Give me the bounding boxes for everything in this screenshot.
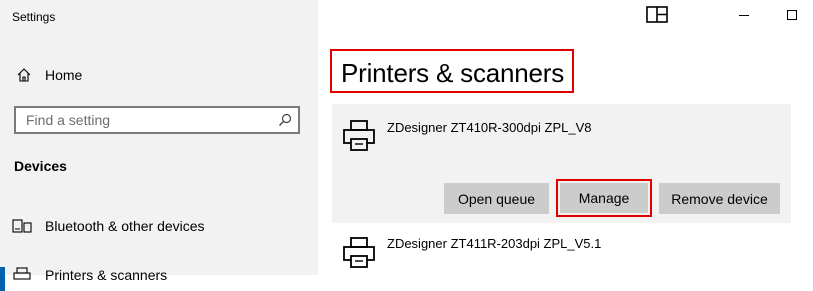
snap-layout-button[interactable] [644, 4, 670, 30]
maximize-button[interactable] [779, 4, 805, 30]
sidebar-home-label: Home [45, 67, 83, 83]
search-box [14, 106, 300, 134]
bluetooth-devices-icon [12, 218, 32, 234]
printer-icon [12, 267, 32, 283]
open-queue-button[interactable]: Open queue [444, 183, 549, 214]
sidebar: Settings Home Devices Bluetooth & other … [0, 0, 318, 291]
printer-name[interactable]: ZDesigner ZT411R-203dpi ZPL_V5.1 [387, 236, 601, 251]
snap-layout-icon [646, 6, 668, 28]
maximize-icon [786, 8, 798, 26]
sidebar-item-label: Printers & scanners [45, 267, 168, 283]
selected-indicator [0, 267, 5, 291]
sidebar-item-label: Bluetooth & other devices [45, 218, 205, 234]
page-title: Printers & scanners [341, 58, 565, 88]
search-icon[interactable] [278, 113, 292, 127]
window-title: Settings [12, 10, 56, 24]
remove-device-button[interactable]: Remove device [659, 183, 780, 214]
sidebar-item-bluetooth[interactable]: Bluetooth & other devices [0, 212, 318, 240]
home-icon [16, 67, 32, 83]
sidebar-item-printers[interactable]: Printers & scanners [0, 261, 318, 291]
page-title-highlight: Printers & scanners [330, 49, 574, 93]
manage-button[interactable]: Manage [560, 183, 648, 213]
manage-button-highlight: Manage [556, 179, 652, 217]
printer-icon [342, 236, 376, 270]
minimize-button[interactable] [731, 4, 757, 30]
minimize-icon [738, 8, 750, 26]
printer-icon [342, 119, 376, 153]
printer-card-expanded[interactable]: ZDesigner ZT410R-300dpi ZPL_V8 Open queu… [332, 104, 791, 223]
search-input[interactable] [16, 108, 276, 132]
section-heading-devices: Devices [14, 158, 67, 174]
printer-name: ZDesigner ZT410R-300dpi ZPL_V8 [387, 120, 592, 135]
main-content: Printers & scanners ZDesigner ZT410R-300… [318, 0, 813, 275]
sidebar-item-home[interactable]: Home [16, 64, 82, 86]
